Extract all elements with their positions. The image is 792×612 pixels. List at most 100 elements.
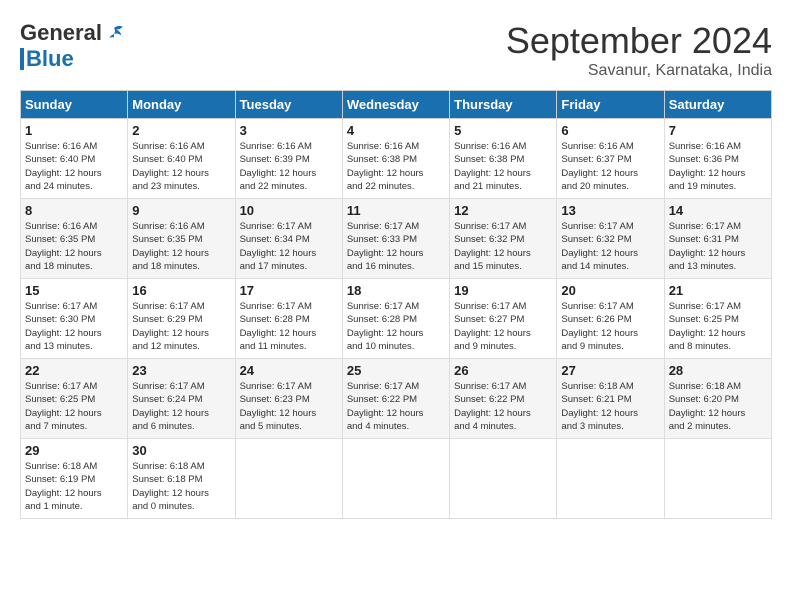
day-number: 14 [669,203,767,218]
day-number: 27 [561,363,659,378]
calendar-table: SundayMondayTuesdayWednesdayThursdayFrid… [20,90,772,519]
day-info: Sunrise: 6:16 AM Sunset: 6:35 PM Dayligh… [132,220,230,273]
day-info: Sunrise: 6:17 AM Sunset: 6:24 PM Dayligh… [132,380,230,433]
logo-blue-text: Blue [26,46,74,72]
day-number: 22 [25,363,123,378]
day-info: Sunrise: 6:16 AM Sunset: 6:40 PM Dayligh… [25,140,123,193]
calendar-cell: 23 Sunrise: 6:17 AM Sunset: 6:24 PM Dayl… [128,359,235,439]
page-header: General Blue September 2024 Savanur, Kar… [20,20,772,80]
calendar-cell: 22 Sunrise: 6:17 AM Sunset: 6:25 PM Dayl… [21,359,128,439]
day-info: Sunrise: 6:17 AM Sunset: 6:25 PM Dayligh… [669,300,767,353]
day-info: Sunrise: 6:17 AM Sunset: 6:27 PM Dayligh… [454,300,552,353]
weekday-header-saturday: Saturday [664,91,771,119]
calendar-week-2: 8 Sunrise: 6:16 AM Sunset: 6:35 PM Dayli… [21,199,772,279]
day-info: Sunrise: 6:17 AM Sunset: 6:25 PM Dayligh… [25,380,123,433]
calendar-cell: 27 Sunrise: 6:18 AM Sunset: 6:21 PM Dayl… [557,359,664,439]
weekday-header-friday: Friday [557,91,664,119]
calendar-cell [664,439,771,519]
calendar-cell: 21 Sunrise: 6:17 AM Sunset: 6:25 PM Dayl… [664,279,771,359]
day-number: 6 [561,123,659,138]
day-info: Sunrise: 6:17 AM Sunset: 6:22 PM Dayligh… [454,380,552,433]
calendar-cell: 28 Sunrise: 6:18 AM Sunset: 6:20 PM Dayl… [664,359,771,439]
calendar-cell [235,439,342,519]
day-number: 1 [25,123,123,138]
calendar-cell: 18 Sunrise: 6:17 AM Sunset: 6:28 PM Dayl… [342,279,449,359]
day-number: 26 [454,363,552,378]
day-number: 25 [347,363,445,378]
day-info: Sunrise: 6:17 AM Sunset: 6:26 PM Dayligh… [561,300,659,353]
day-info: Sunrise: 6:18 AM Sunset: 6:21 PM Dayligh… [561,380,659,433]
day-number: 11 [347,203,445,218]
calendar-cell: 6 Sunrise: 6:16 AM Sunset: 6:37 PM Dayli… [557,119,664,199]
day-info: Sunrise: 6:17 AM Sunset: 6:32 PM Dayligh… [454,220,552,273]
calendar-cell: 11 Sunrise: 6:17 AM Sunset: 6:33 PM Dayl… [342,199,449,279]
day-number: 5 [454,123,552,138]
day-info: Sunrise: 6:17 AM Sunset: 6:22 PM Dayligh… [347,380,445,433]
calendar-week-3: 15 Sunrise: 6:17 AM Sunset: 6:30 PM Dayl… [21,279,772,359]
day-number: 13 [561,203,659,218]
day-number: 30 [132,443,230,458]
calendar-cell: 25 Sunrise: 6:17 AM Sunset: 6:22 PM Dayl… [342,359,449,439]
day-number: 15 [25,283,123,298]
day-info: Sunrise: 6:18 AM Sunset: 6:18 PM Dayligh… [132,460,230,513]
calendar-cell: 30 Sunrise: 6:18 AM Sunset: 6:18 PM Dayl… [128,439,235,519]
day-info: Sunrise: 6:16 AM Sunset: 6:35 PM Dayligh… [25,220,123,273]
day-number: 17 [240,283,338,298]
day-number: 24 [240,363,338,378]
calendar-cell: 29 Sunrise: 6:18 AM Sunset: 6:19 PM Dayl… [21,439,128,519]
day-number: 7 [669,123,767,138]
weekday-header-thursday: Thursday [450,91,557,119]
calendar-cell: 14 Sunrise: 6:17 AM Sunset: 6:31 PM Dayl… [664,199,771,279]
calendar-cell: 16 Sunrise: 6:17 AM Sunset: 6:29 PM Dayl… [128,279,235,359]
calendar-cell [450,439,557,519]
day-info: Sunrise: 6:16 AM Sunset: 6:36 PM Dayligh… [669,140,767,193]
calendar-cell [342,439,449,519]
calendar-cell: 26 Sunrise: 6:17 AM Sunset: 6:22 PM Dayl… [450,359,557,439]
calendar-week-1: 1 Sunrise: 6:16 AM Sunset: 6:40 PM Dayli… [21,119,772,199]
logo-general-text: General [20,20,102,46]
title-block: September 2024 Savanur, Karnataka, India [506,20,772,80]
day-number: 10 [240,203,338,218]
day-number: 16 [132,283,230,298]
day-info: Sunrise: 6:17 AM Sunset: 6:28 PM Dayligh… [240,300,338,353]
weekday-header-monday: Monday [128,91,235,119]
calendar-cell [557,439,664,519]
calendar-cell: 8 Sunrise: 6:16 AM Sunset: 6:35 PM Dayli… [21,199,128,279]
calendar-cell: 12 Sunrise: 6:17 AM Sunset: 6:32 PM Dayl… [450,199,557,279]
day-info: Sunrise: 6:16 AM Sunset: 6:37 PM Dayligh… [561,140,659,193]
weekday-header-row: SundayMondayTuesdayWednesdayThursdayFrid… [21,91,772,119]
day-info: Sunrise: 6:18 AM Sunset: 6:20 PM Dayligh… [669,380,767,433]
day-info: Sunrise: 6:16 AM Sunset: 6:38 PM Dayligh… [454,140,552,193]
calendar-cell: 24 Sunrise: 6:17 AM Sunset: 6:23 PM Dayl… [235,359,342,439]
day-number: 23 [132,363,230,378]
calendar-cell: 19 Sunrise: 6:17 AM Sunset: 6:27 PM Dayl… [450,279,557,359]
day-number: 12 [454,203,552,218]
day-number: 9 [132,203,230,218]
logo-bird-icon [104,23,124,43]
day-number: 29 [25,443,123,458]
day-info: Sunrise: 6:16 AM Sunset: 6:39 PM Dayligh… [240,140,338,193]
weekday-header-sunday: Sunday [21,91,128,119]
day-info: Sunrise: 6:17 AM Sunset: 6:32 PM Dayligh… [561,220,659,273]
calendar-cell: 9 Sunrise: 6:16 AM Sunset: 6:35 PM Dayli… [128,199,235,279]
calendar-cell: 7 Sunrise: 6:16 AM Sunset: 6:36 PM Dayli… [664,119,771,199]
day-info: Sunrise: 6:18 AM Sunset: 6:19 PM Dayligh… [25,460,123,513]
calendar-cell: 1 Sunrise: 6:16 AM Sunset: 6:40 PM Dayli… [21,119,128,199]
day-info: Sunrise: 6:17 AM Sunset: 6:33 PM Dayligh… [347,220,445,273]
logo: General Blue [20,20,124,72]
location-subtitle: Savanur, Karnataka, India [506,62,772,80]
calendar-cell: 20 Sunrise: 6:17 AM Sunset: 6:26 PM Dayl… [557,279,664,359]
calendar-cell: 13 Sunrise: 6:17 AM Sunset: 6:32 PM Dayl… [557,199,664,279]
day-number: 2 [132,123,230,138]
day-info: Sunrise: 6:17 AM Sunset: 6:34 PM Dayligh… [240,220,338,273]
day-number: 21 [669,283,767,298]
day-info: Sunrise: 6:17 AM Sunset: 6:28 PM Dayligh… [347,300,445,353]
day-number: 19 [454,283,552,298]
day-number: 4 [347,123,445,138]
day-info: Sunrise: 6:16 AM Sunset: 6:40 PM Dayligh… [132,140,230,193]
calendar-cell: 15 Sunrise: 6:17 AM Sunset: 6:30 PM Dayl… [21,279,128,359]
calendar-cell: 2 Sunrise: 6:16 AM Sunset: 6:40 PM Dayli… [128,119,235,199]
day-number: 3 [240,123,338,138]
calendar-week-5: 29 Sunrise: 6:18 AM Sunset: 6:19 PM Dayl… [21,439,772,519]
calendar-cell: 10 Sunrise: 6:17 AM Sunset: 6:34 PM Dayl… [235,199,342,279]
